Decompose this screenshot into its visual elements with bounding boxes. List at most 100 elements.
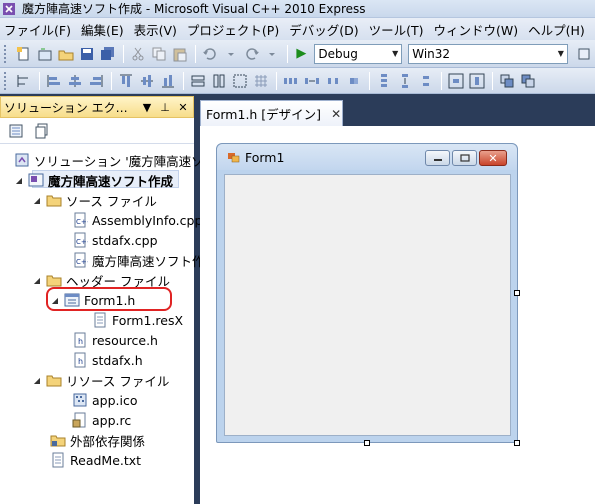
increase-vertical-spacing-icon[interactable] — [395, 71, 415, 91]
send-to-back-icon[interactable] — [518, 71, 538, 91]
tree-node-header-file[interactable]: h resource.h — [72, 330, 158, 350]
tree-node-solution[interactable]: ソリューション '魔方陣高速ソ — [14, 150, 204, 170]
solution-explorer-toolbar — [0, 118, 194, 144]
align-middles-icon[interactable] — [137, 71, 157, 91]
vertical-spacing-equal-icon[interactable] — [374, 71, 394, 91]
redo-dropdown-icon[interactable] — [262, 44, 282, 64]
undo-dropdown-icon[interactable] — [221, 44, 241, 64]
paste-icon[interactable] — [170, 44, 190, 64]
tree-node-header-file[interactable]: h stdafx.h — [72, 350, 143, 370]
menu-help[interactable]: ヘルプ(H) — [524, 20, 591, 39]
align-to-grid-icon[interactable] — [14, 71, 34, 91]
menu-tools[interactable]: ツール(T) — [365, 20, 430, 39]
toolbar-separator — [39, 71, 40, 90]
tree-node-source-file[interactable]: C++ 魔方陣高速ソフト作 — [72, 250, 205, 270]
platform-dropdown[interactable]: Win32 ▼ — [408, 43, 568, 64]
align-rights-icon[interactable] — [86, 71, 106, 91]
align-centers-icon[interactable] — [65, 71, 85, 91]
resx-file-icon — [94, 312, 106, 328]
toolbar-separator — [111, 71, 112, 90]
design-surface[interactable]: Form1 ✕ — [200, 126, 595, 504]
form-designer-window[interactable]: Form1 ✕ — [216, 143, 518, 443]
make-same-height-icon[interactable] — [209, 71, 229, 91]
layout-toolbar — [0, 68, 595, 94]
solution-config-dropdown[interactable]: Debug ▼ — [314, 43, 403, 64]
bring-to-front-icon[interactable] — [497, 71, 517, 91]
undo-icon[interactable] — [200, 44, 220, 64]
window-title: 魔方陣高速ソフト作成 - Microsoft Visual C++ 2010 E… — [22, 2, 366, 16]
menu-view[interactable]: 表示(V) — [130, 20, 183, 39]
align-lefts-icon[interactable] — [44, 71, 64, 91]
toolbar-grip[interactable] — [4, 44, 8, 63]
center-vertically-icon[interactable] — [467, 71, 487, 91]
toolbar-grip[interactable] — [4, 71, 8, 90]
open-file-icon[interactable] — [56, 44, 76, 64]
maximize-button[interactable] — [452, 150, 477, 166]
tree-label: Form1.resX — [112, 312, 184, 328]
solution-explorer-header: ソリューション エク… ▼ ⊥ ✕ — [0, 96, 194, 118]
tree-node-resx-file[interactable]: Form1.resX — [92, 310, 183, 330]
tree-node-resource-folder[interactable]: ◢ リソース ファイル — [32, 370, 169, 390]
text-file-icon — [52, 452, 64, 468]
window-position-dropdown-icon[interactable]: ▼ — [140, 101, 154, 114]
annotation-highlight — [46, 287, 172, 311]
menu-edit[interactable]: 編集(E) — [77, 20, 130, 39]
resize-handle-bottom-right[interactable] — [514, 440, 520, 446]
tree-node-source-folder[interactable]: ◢ ソース ファイル — [32, 190, 157, 210]
horizontal-spacing-equal-icon[interactable] — [281, 71, 301, 91]
expanded-arrow-icon[interactable]: ◢ — [32, 276, 42, 285]
tree-node-readme[interactable]: ReadMe.txt — [50, 450, 141, 470]
expanded-arrow-icon[interactable]: ◢ — [32, 196, 42, 205]
menu-window[interactable]: ウィンドウ(W) — [430, 20, 525, 39]
tree-node-resource-file[interactable]: app.rc — [72, 410, 131, 430]
tree-node-source-file[interactable]: C++ AssemblyInfo.cpp — [72, 210, 202, 230]
size-to-grid-icon[interactable] — [251, 71, 271, 91]
remove-horizontal-spacing-icon[interactable] — [344, 71, 364, 91]
new-project-icon[interactable] — [14, 44, 34, 64]
save-icon[interactable] — [77, 44, 97, 64]
tab-form1-designer[interactable]: Form1.h [デザイン] ✕ — [200, 100, 343, 126]
close-button[interactable]: ✕ — [479, 150, 507, 166]
toolbar-separator — [183, 71, 184, 90]
properties-icon[interactable] — [6, 121, 26, 141]
tree-node-source-file[interactable]: C++ stdafx.cpp — [72, 230, 158, 250]
decrease-horizontal-spacing-icon[interactable] — [323, 71, 343, 91]
menu-file[interactable]: ファイル(F) — [0, 20, 77, 39]
increase-horizontal-spacing-icon[interactable] — [302, 71, 322, 91]
make-same-size-icon[interactable] — [230, 71, 250, 91]
tree-node-external-deps[interactable]: 外部依存関係 — [50, 430, 145, 450]
tree-label: 魔方陣高速ソフト作成 — [48, 173, 174, 189]
platform-value: Win32 — [412, 46, 451, 61]
resize-handle-right[interactable] — [514, 290, 520, 296]
show-all-files-icon[interactable] — [32, 121, 52, 141]
make-same-width-icon[interactable] — [188, 71, 208, 91]
form-client-area[interactable] — [224, 174, 511, 436]
copy-icon[interactable] — [149, 44, 169, 64]
menu-debug[interactable]: デバッグ(D) — [285, 20, 364, 39]
redo-icon[interactable] — [242, 44, 262, 64]
center-horizontally-icon[interactable] — [446, 71, 466, 91]
menu-project[interactable]: プロジェクト(P) — [183, 20, 285, 39]
align-bottoms-icon[interactable] — [158, 71, 178, 91]
expanded-arrow-icon[interactable]: ◢ — [32, 376, 42, 385]
align-tops-icon[interactable] — [116, 71, 136, 91]
svg-text:C++: C++ — [76, 258, 88, 266]
pin-icon[interactable]: ⊥ — [158, 101, 172, 114]
expanded-arrow-icon[interactable]: ◢ — [14, 176, 24, 185]
tree-label: 外部依存関係 — [70, 433, 146, 449]
cut-icon[interactable] — [128, 44, 148, 64]
toolbar-extra-icon[interactable] — [574, 44, 594, 64]
cpp-file-icon: C++ — [74, 212, 88, 228]
minimize-button[interactable] — [425, 150, 450, 166]
tree-node-resource-file[interactable]: app.ico — [72, 390, 138, 410]
save-all-icon[interactable] — [98, 44, 118, 64]
tree-node-project[interactable]: ◢ 魔方陣高速ソフト作成 — [14, 170, 173, 190]
close-icon[interactable]: ✕ — [331, 107, 341, 121]
folder-icon — [46, 275, 62, 287]
tree-label: 魔方陣高速ソフト作 — [92, 253, 205, 269]
decrease-vertical-spacing-icon[interactable] — [416, 71, 436, 91]
resize-handle-bottom[interactable] — [364, 440, 370, 446]
add-item-icon[interactable] — [35, 44, 55, 64]
close-icon[interactable]: ✕ — [176, 101, 190, 114]
start-debugging-icon[interactable]: ▶ — [292, 45, 310, 63]
